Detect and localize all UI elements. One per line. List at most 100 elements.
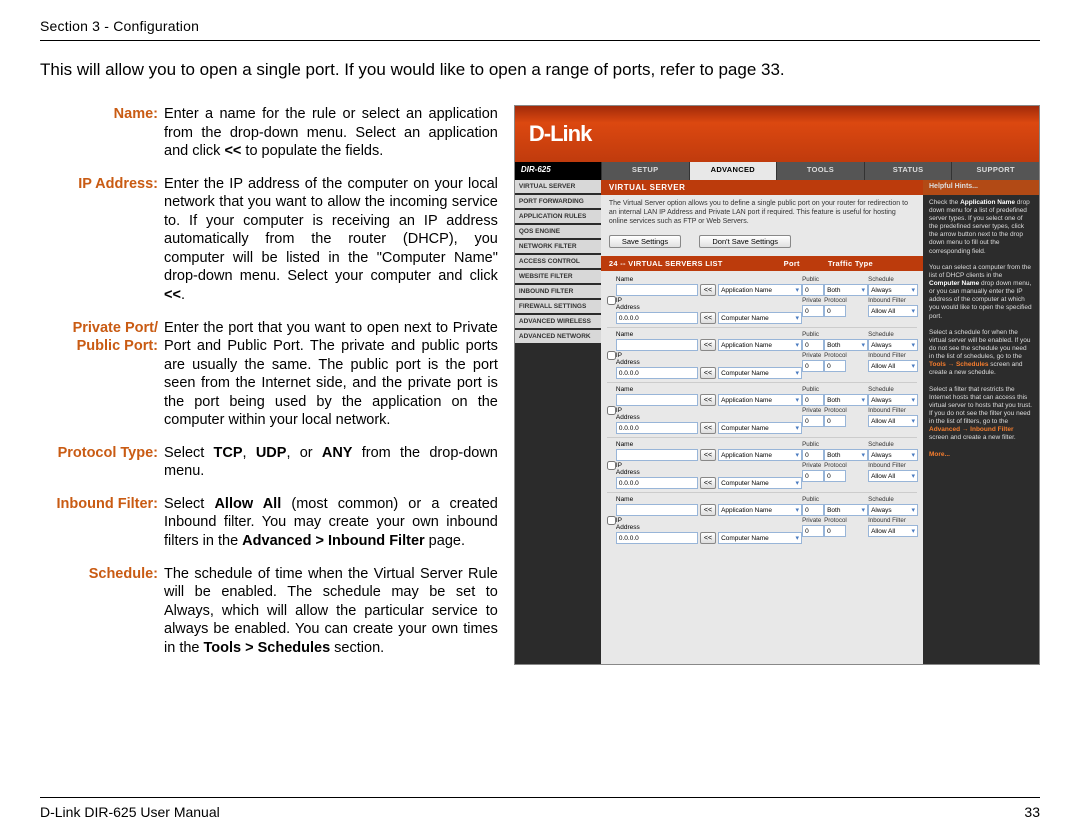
dropdown[interactable]: Application Name▾: [718, 284, 802, 296]
dropdown[interactable]: Computer Name▾: [718, 312, 802, 324]
dropdown[interactable]: Application Name▾: [718, 394, 802, 406]
sidebar-item[interactable]: VIRTUAL SERVER: [515, 180, 601, 193]
public-port[interactable]: 0: [802, 339, 824, 351]
dropdown[interactable]: Application Name▾: [718, 339, 802, 351]
dropdown[interactable]: Application Name▾: [718, 504, 802, 516]
def-label: Schedule:: [40, 565, 164, 658]
protocol-input[interactable]: 0: [824, 360, 846, 372]
protocol-input[interactable]: 0: [824, 305, 846, 317]
definitions-list: Name:Enter a name for the rule or select…: [40, 105, 498, 671]
row-checkbox[interactable]: [607, 461, 616, 470]
name-input[interactable]: [616, 339, 698, 351]
sidebar-item[interactable]: PORT FORWARDING: [515, 195, 601, 208]
sidebar-item[interactable]: ADVANCED WIRELESS: [515, 315, 601, 328]
arrow-button[interactable]: <<: [700, 339, 716, 351]
arrow-button[interactable]: <<: [700, 422, 716, 434]
dropdown[interactable]: Application Name▾: [718, 449, 802, 461]
sidebar-item[interactable]: WEBSITE FILTER: [515, 270, 601, 283]
dropdown[interactable]: Always▾: [868, 504, 918, 516]
ip-input[interactable]: 0.0.0.0: [616, 532, 698, 544]
arrow-button[interactable]: <<: [700, 284, 716, 296]
save-button[interactable]: Save Settings: [609, 235, 681, 248]
top-tab[interactable]: ADVANCED: [689, 162, 777, 180]
dropdown[interactable]: Both▾: [824, 504, 868, 516]
ip-input[interactable]: 0.0.0.0: [616, 477, 698, 489]
dropdown[interactable]: Both▾: [824, 339, 868, 351]
top-tabs: SETUPADVANCEDTOOLSSTATUSSUPPORT: [601, 162, 1039, 180]
def-body: Select Allow All (most common) or a crea…: [164, 495, 498, 551]
sidebar-item[interactable]: ADVANCED NETWORK: [515, 330, 601, 343]
arrow-button[interactable]: <<: [700, 394, 716, 406]
row-checkbox[interactable]: [607, 516, 616, 525]
def-body: Enter the port that you want to open nex…: [164, 319, 498, 430]
section-header: Section 3 - Configuration: [40, 18, 1040, 34]
arrow-button[interactable]: <<: [700, 504, 716, 516]
dropdown[interactable]: Allow All▾: [868, 305, 918, 317]
top-tab[interactable]: TOOLS: [776, 162, 864, 180]
dropdown[interactable]: Always▾: [868, 394, 918, 406]
public-port[interactable]: 0: [802, 504, 824, 516]
dropdown[interactable]: Both▾: [824, 284, 868, 296]
arrow-button[interactable]: <<: [700, 532, 716, 544]
private-port[interactable]: 0: [802, 360, 824, 372]
col-port: Port: [784, 259, 800, 268]
sidebar-item[interactable]: ACCESS CONTROL: [515, 255, 601, 268]
virtual-server-rows: Name << Application Name▾ IP Address 0.0…: [601, 271, 923, 549]
protocol-input[interactable]: 0: [824, 470, 846, 482]
dropdown[interactable]: Computer Name▾: [718, 367, 802, 379]
sidebar-item[interactable]: NETWORK FILTER: [515, 240, 601, 253]
private-port[interactable]: 0: [802, 525, 824, 537]
sidebar-item[interactable]: INBOUND FILTER: [515, 285, 601, 298]
dropdown[interactable]: Allow All▾: [868, 360, 918, 372]
public-port[interactable]: 0: [802, 284, 824, 296]
ip-input[interactable]: 0.0.0.0: [616, 422, 698, 434]
arrow-button[interactable]: <<: [700, 367, 716, 379]
sidebar-item[interactable]: APPLICATION RULES: [515, 210, 601, 223]
dropdown[interactable]: Allow All▾: [868, 470, 918, 482]
row-checkbox[interactable]: [607, 351, 616, 360]
model-label: DIR-625: [515, 162, 601, 180]
dropdown[interactable]: Always▾: [868, 449, 918, 461]
ip-input[interactable]: 0.0.0.0: [616, 312, 698, 324]
protocol-input[interactable]: 0: [824, 525, 846, 537]
router-screenshot: D-Link DIR-625 SETUPADVANCEDTOOLSSTATUSS…: [514, 105, 1040, 665]
dropdown[interactable]: Both▾: [824, 394, 868, 406]
footer-rule: [40, 797, 1040, 798]
top-tab[interactable]: STATUS: [864, 162, 952, 180]
dropdown[interactable]: Allow All▾: [868, 525, 918, 537]
public-port[interactable]: 0: [802, 394, 824, 406]
def-body: Enter the IP address of the computer on …: [164, 175, 498, 305]
dropdown[interactable]: Always▾: [868, 339, 918, 351]
def-body: Enter a name for the rule or select an a…: [164, 105, 498, 161]
dropdown[interactable]: Computer Name▾: [718, 422, 802, 434]
top-tab[interactable]: SUPPORT: [951, 162, 1039, 180]
dropdown[interactable]: Allow All▾: [868, 415, 918, 427]
arrow-button[interactable]: <<: [700, 477, 716, 489]
row-checkbox[interactable]: [607, 406, 616, 415]
dropdown[interactable]: Computer Name▾: [718, 532, 802, 544]
private-port[interactable]: 0: [802, 415, 824, 427]
dropdown[interactable]: Both▾: [824, 449, 868, 461]
sidebar-item[interactable]: FIREWALL SETTINGS: [515, 300, 601, 313]
row-checkbox[interactable]: [607, 296, 616, 305]
footer-left: D-Link DIR-625 User Manual: [40, 804, 220, 820]
ip-input[interactable]: 0.0.0.0: [616, 367, 698, 379]
sidebar: VIRTUAL SERVER PORT FORWARDING APPLICATION…: [515, 180, 601, 664]
protocol-input[interactable]: 0: [824, 415, 846, 427]
brand-logo: D-Link: [529, 121, 591, 147]
arrow-button[interactable]: <<: [700, 449, 716, 461]
private-port[interactable]: 0: [802, 470, 824, 482]
top-tab[interactable]: SETUP: [601, 162, 689, 180]
dont-save-button[interactable]: Don't Save Settings: [699, 235, 791, 248]
arrow-button[interactable]: <<: [700, 312, 716, 324]
name-input[interactable]: [616, 449, 698, 461]
def-label: Name:: [40, 105, 164, 161]
sidebar-item[interactable]: QOS ENGINE: [515, 225, 601, 238]
dropdown[interactable]: Always▾: [868, 284, 918, 296]
name-input[interactable]: [616, 284, 698, 296]
name-input[interactable]: [616, 394, 698, 406]
dropdown[interactable]: Computer Name▾: [718, 477, 802, 489]
name-input[interactable]: [616, 504, 698, 516]
private-port[interactable]: 0: [802, 305, 824, 317]
public-port[interactable]: 0: [802, 449, 824, 461]
